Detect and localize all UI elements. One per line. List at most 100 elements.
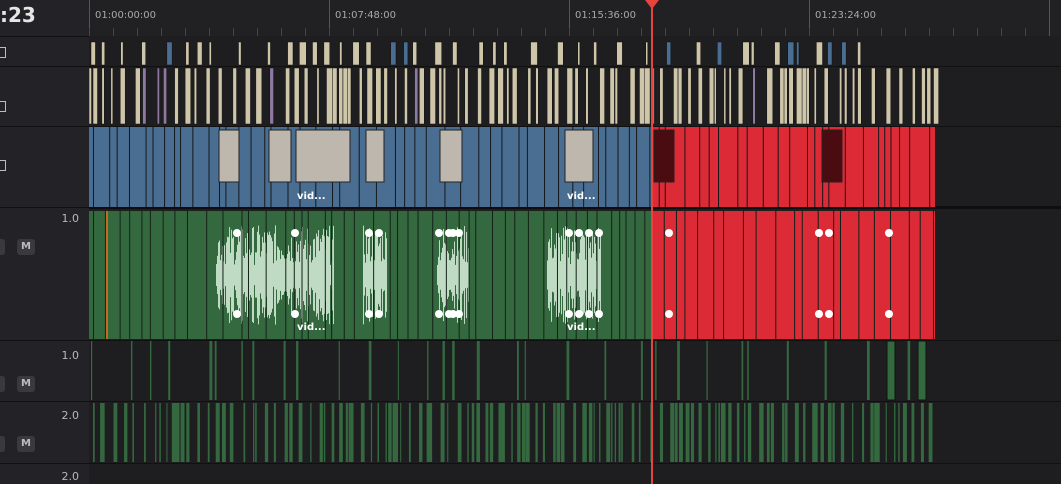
- v3-clip[interactable]: [285, 67, 290, 125]
- v3-clip[interactable]: [857, 67, 862, 125]
- v2-clip-edge[interactable]: [890, 127, 892, 207]
- a1-clip-edge[interactable]: [265, 211, 267, 339]
- a1-clip-edge[interactable]: [801, 211, 803, 339]
- a3-clip[interactable]: [803, 403, 806, 462]
- v4-clip[interactable]: [645, 41, 649, 66]
- a2-clip[interactable]: [604, 341, 607, 400]
- a3-clip[interactable]: [348, 403, 351, 462]
- v3-clip[interactable]: [912, 67, 916, 125]
- a3-clip[interactable]: [827, 403, 832, 462]
- a3-clip[interactable]: [852, 403, 854, 462]
- a3-clip[interactable]: [670, 403, 675, 462]
- a1-clip-edge[interactable]: [417, 211, 419, 339]
- a2-clip[interactable]: [677, 341, 680, 400]
- a1-clip-edge[interactable]: [93, 211, 94, 339]
- a3-clip[interactable]: [517, 403, 521, 462]
- a1-clip-edge[interactable]: [397, 211, 399, 339]
- v2-clip-edge[interactable]: [478, 127, 480, 207]
- a3-clip[interactable]: [820, 403, 824, 462]
- a3-clip[interactable]: [264, 403, 269, 462]
- a1-clip-edge[interactable]: [527, 211, 529, 339]
- v3-clip[interactable]: [714, 67, 717, 125]
- audio-1-solo-button[interactable]: [0, 239, 5, 255]
- v3-clip[interactable]: [614, 67, 618, 125]
- a3-clip[interactable]: [761, 403, 764, 462]
- a1-clip-edge[interactable]: [241, 211, 243, 339]
- v3-clip[interactable]: [806, 67, 810, 125]
- v4-clip[interactable]: [796, 41, 800, 66]
- v3-clip[interactable]: [546, 67, 553, 125]
- a1-clip-edge[interactable]: [119, 211, 121, 339]
- v4-clip[interactable]: [390, 41, 397, 66]
- v4-clip[interactable]: [323, 41, 330, 66]
- v3-clip[interactable]: [839, 67, 843, 125]
- v4-clip[interactable]: [166, 41, 173, 66]
- v4-clip[interactable]: [403, 41, 409, 66]
- v4-clip[interactable]: [365, 41, 372, 66]
- v2-clip-edge[interactable]: [699, 127, 701, 207]
- v2-clip-edge[interactable]: [526, 127, 528, 207]
- a1-clip-edge[interactable]: [206, 211, 208, 339]
- v3-clip[interactable]: [813, 67, 817, 125]
- v3-clip[interactable]: [383, 67, 388, 125]
- v2-clip-edge[interactable]: [628, 127, 630, 207]
- a3-clip[interactable]: [582, 403, 586, 462]
- v2-clip-edge[interactable]: [605, 127, 607, 207]
- v4-clip[interactable]: [751, 41, 755, 66]
- a2-clip[interactable]: [209, 341, 213, 400]
- v4-clip[interactable]: [141, 41, 146, 66]
- v2-clip-edge[interactable]: [180, 127, 182, 207]
- v2-clip-edge[interactable]: [862, 127, 864, 207]
- a3-clip[interactable]: [556, 403, 561, 462]
- a2-clip[interactable]: [566, 341, 570, 400]
- v3-clip[interactable]: [933, 67, 939, 125]
- v2-clip-edge[interactable]: [746, 127, 748, 207]
- a3-clip[interactable]: [911, 403, 915, 462]
- a1-clip-edge[interactable]: [919, 211, 921, 339]
- a1-clip-edge[interactable]: [324, 211, 326, 339]
- v3-clip[interactable]: [218, 67, 223, 125]
- a2-clip[interactable]: [338, 341, 340, 400]
- a3-clip[interactable]: [708, 403, 711, 462]
- a2-clip[interactable]: [886, 340, 896, 401]
- a2-clip[interactable]: [706, 341, 708, 400]
- a2-clip[interactable]: [296, 341, 299, 400]
- v2-clip-edge[interactable]: [909, 127, 911, 207]
- v2-clip-edge[interactable]: [737, 127, 739, 207]
- a3-clip[interactable]: [186, 403, 190, 462]
- a3-clip[interactable]: [902, 403, 907, 462]
- a1-clip-edge[interactable]: [556, 211, 558, 339]
- v3-clip[interactable]: [535, 67, 539, 125]
- a1-clip-edge[interactable]: [373, 211, 375, 339]
- v3-clip[interactable]: [419, 67, 425, 125]
- a3-clip[interactable]: [476, 403, 481, 462]
- video-track-3-icon[interactable]: [0, 101, 6, 112]
- a1-clip-edge[interactable]: [775, 211, 777, 339]
- a1-clip-edge[interactable]: [222, 211, 224, 339]
- v3-clip[interactable]: [316, 67, 320, 125]
- a3-clip[interactable]: [659, 403, 664, 462]
- track-lanes[interactable]: [89, 0, 1061, 484]
- a1-clip-edge[interactable]: [873, 211, 875, 339]
- v3-clip[interactable]: [788, 67, 794, 125]
- v4-clip[interactable]: [557, 41, 564, 66]
- v4-clip[interactable]: [666, 41, 672, 66]
- v3-clip[interactable]: [644, 67, 651, 125]
- a3-clip[interactable]: [928, 403, 933, 462]
- v2-clip-edge[interactable]: [501, 127, 503, 207]
- a3-clip[interactable]: [331, 403, 335, 462]
- v2-clip-edge[interactable]: [684, 127, 686, 207]
- a2-clip[interactable]: [442, 341, 445, 400]
- v2-clip-edge[interactable]: [152, 127, 154, 207]
- a3-clip[interactable]: [920, 403, 924, 462]
- a3-clip[interactable]: [898, 403, 900, 462]
- v3-clip[interactable]: [269, 67, 274, 125]
- v3-clip[interactable]: [438, 67, 442, 125]
- a3-clip[interactable]: [273, 403, 276, 462]
- v3-clip[interactable]: [110, 67, 114, 125]
- v4-clip[interactable]: [827, 41, 833, 66]
- v2-clip-edge[interactable]: [192, 127, 194, 207]
- a2-clip[interactable]: [214, 341, 217, 400]
- v2-clip-edge[interactable]: [145, 127, 147, 207]
- v4-clip[interactable]: [312, 41, 318, 66]
